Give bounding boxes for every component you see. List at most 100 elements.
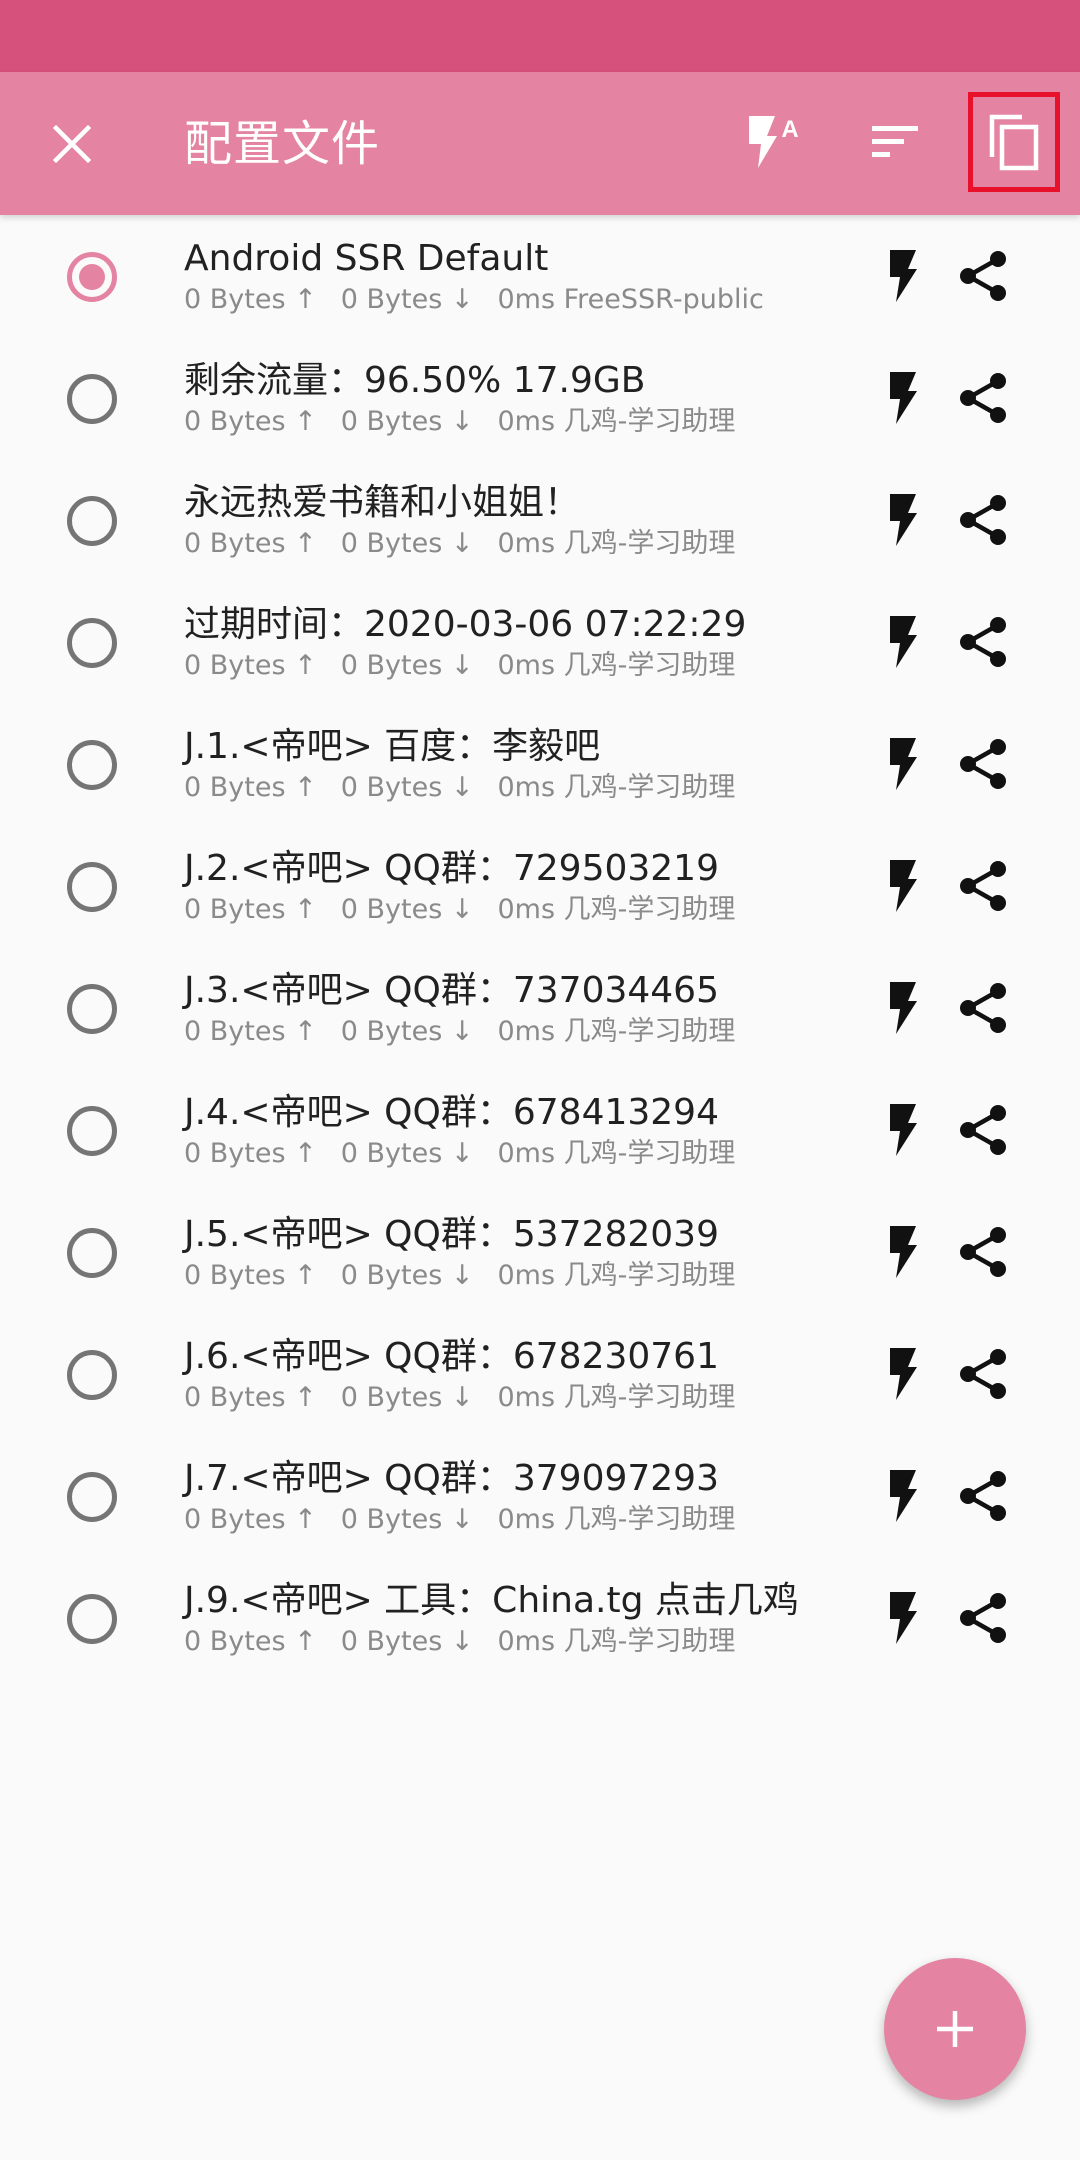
- profile-row[interactable]: J.6.<帝吧> QQ群：678230761 0 Bytes ↑ 0 Bytes ↓…: [0, 1313, 1080, 1435]
- profile-row[interactable]: J.9.<帝吧> 工具：China.tg 点击几鸡 0 Bytes ↑ 0 Byte…: [0, 1557, 1080, 1679]
- profile-title: 过期时间：2020-03-06 07:22:29: [184, 604, 747, 645]
- upload-stat: 0 Bytes ↑: [184, 650, 317, 681]
- download-stat: 0 Bytes ↓: [340, 406, 474, 437]
- radio-unselected[interactable]: [67, 984, 117, 1034]
- share-profile-button[interactable]: [952, 1222, 1014, 1282]
- profile-row[interactable]: J.2.<帝吧> QQ群：729503219 0 Bytes ↑ 0 Bytes ↓…: [0, 825, 1080, 947]
- upload-stat: 0 Bytes ↑: [184, 1382, 317, 1413]
- profile-stats: 0 Bytes ↑ 0 Bytes ↓ 0ms 几鸡-学习助理: [184, 1625, 824, 1659]
- profile-title: J.6.<帝吧> QQ群：678230761: [184, 1336, 719, 1377]
- profile-row[interactable]: 过期时间：2020-03-06 07:22:29 0 Bytes ↑ 0 Bytes…: [0, 581, 1080, 703]
- latency-group: 0ms 几鸡-学习助理: [497, 1016, 736, 1047]
- test-profile-button[interactable]: [873, 1222, 933, 1282]
- profile-row[interactable]: 永远热爱书籍和小姐姐！ 0 Bytes ↑ 0 Bytes ↓ 0ms 几鸡-学习助理: [0, 459, 1080, 581]
- share-icon: [960, 617, 1006, 667]
- flash-icon: [890, 1470, 917, 1522]
- upload-stat: 0 Bytes ↑: [184, 1626, 317, 1657]
- flash-icon: [890, 738, 917, 790]
- download-stat: 0 Bytes ↓: [340, 1626, 474, 1657]
- latency-group: 0ms 几鸡-学习助理: [497, 772, 736, 803]
- profile-row[interactable]: J.7.<帝吧> QQ群：379097293 0 Bytes ↑ 0 Bytes ↓…: [0, 1435, 1080, 1557]
- latency-group: 0ms 几鸡-学习助理: [497, 1504, 736, 1535]
- test-profile-button[interactable]: [873, 1100, 933, 1160]
- share-icon: [960, 1227, 1006, 1277]
- share-profile-button[interactable]: [952, 1344, 1014, 1404]
- profile-stats: 0 Bytes ↑ 0 Bytes ↓ 0ms 几鸡-学习助理: [184, 1259, 824, 1293]
- latency-group: 0ms 几鸡-学习助理: [497, 1382, 736, 1413]
- profile-stats: 0 Bytes ↑ 0 Bytes ↓ 0ms 几鸡-学习助理: [184, 527, 824, 561]
- profile-list: Android SSR Default 0 Bytes ↑ 0 Bytes ↓ 0ms…: [0, 215, 1080, 1679]
- radio-unselected[interactable]: [67, 1228, 117, 1278]
- add-profile-button[interactable]: [884, 1958, 1026, 2100]
- latency-group: 0ms 几鸡-学习助理: [497, 1260, 736, 1291]
- share-icon: [960, 495, 1006, 545]
- test-profile-button[interactable]: [873, 856, 933, 916]
- test-profile-button[interactable]: [873, 490, 933, 550]
- upload-stat: 0 Bytes ↑: [184, 1260, 317, 1291]
- flash-icon: [890, 616, 917, 668]
- add-icon: [937, 2011, 973, 2047]
- radio-unselected[interactable]: [67, 740, 117, 790]
- test-profile-button[interactable]: [873, 734, 933, 794]
- close-icon: [52, 124, 92, 164]
- profile-row[interactable]: J.3.<帝吧> QQ群：737034465 0 Bytes ↑ 0 Bytes ↓…: [0, 947, 1080, 1069]
- share-icon: [960, 1471, 1006, 1521]
- share-profile-button[interactable]: [952, 246, 1014, 306]
- test-profile-button[interactable]: [873, 1344, 933, 1404]
- radio-unselected[interactable]: [67, 374, 117, 424]
- profile-row[interactable]: Android SSR Default 0 Bytes ↑ 0 Bytes ↓ 0ms…: [0, 215, 1080, 337]
- radio-unselected[interactable]: [67, 1350, 117, 1400]
- status-bar: [0, 0, 1080, 72]
- profile-stats: 0 Bytes ↑ 0 Bytes ↓ 0ms 几鸡-学习助理: [184, 649, 824, 683]
- test-all-button[interactable]: A: [725, 92, 825, 192]
- radio-unselected[interactable]: [67, 862, 117, 912]
- test-profile-button[interactable]: [873, 1588, 933, 1648]
- radio-unselected[interactable]: [67, 1472, 117, 1522]
- radio-unselected[interactable]: [67, 618, 117, 668]
- share-profile-button[interactable]: [952, 734, 1014, 794]
- share-profile-button[interactable]: [952, 368, 1014, 428]
- share-icon: [960, 251, 1006, 301]
- test-profile-button[interactable]: [873, 368, 933, 428]
- share-profile-button[interactable]: [952, 612, 1014, 672]
- share-icon: [960, 983, 1006, 1033]
- flash-icon: [890, 494, 917, 546]
- radio-unselected[interactable]: [67, 1106, 117, 1156]
- share-profile-button[interactable]: [952, 856, 1014, 916]
- close-button[interactable]: [28, 100, 116, 188]
- flash-auto-icon: A: [749, 116, 799, 168]
- latency-group: 0ms 几鸡-学习助理: [497, 1626, 736, 1657]
- share-profile-button[interactable]: [952, 978, 1014, 1038]
- radio-unselected[interactable]: [67, 496, 117, 546]
- latency-group: 0ms 几鸡-学习助理: [497, 894, 736, 925]
- share-icon: [960, 1105, 1006, 1155]
- flash-icon: [890, 1226, 917, 1278]
- sort-button[interactable]: [846, 92, 946, 192]
- profile-row[interactable]: 剩余流量：96.50% 17.9GB 0 Bytes ↑ 0 Bytes ↓ 0ms …: [0, 337, 1080, 459]
- share-profile-button[interactable]: [952, 1588, 1014, 1648]
- latency-group: 0ms 几鸡-学习助理: [497, 1138, 736, 1169]
- share-icon: [960, 1349, 1006, 1399]
- test-profile-button[interactable]: [873, 978, 933, 1038]
- test-profile-button[interactable]: [873, 246, 933, 306]
- radio-unselected[interactable]: [67, 1594, 117, 1644]
- profile-stats: 0 Bytes ↑ 0 Bytes ↓ 0ms 几鸡-学习助理: [184, 893, 824, 927]
- profile-stats: 0 Bytes ↑ 0 Bytes ↓ 0ms 几鸡-学习助理: [184, 1137, 824, 1171]
- profile-row[interactable]: J.5.<帝吧> QQ群：537282039 0 Bytes ↑ 0 Bytes ↓…: [0, 1191, 1080, 1313]
- profile-title: J.1.<帝吧> 百度：李毅吧: [184, 726, 601, 767]
- copy-button[interactable]: [968, 92, 1060, 192]
- share-profile-button[interactable]: [952, 1466, 1014, 1526]
- radio-selected[interactable]: [67, 252, 117, 302]
- share-icon: [960, 861, 1006, 911]
- share-profile-button[interactable]: [952, 490, 1014, 550]
- svg-text:A: A: [781, 116, 798, 143]
- profile-row[interactable]: J.1.<帝吧> 百度：李毅吧 0 Bytes ↑ 0 Bytes ↓ 0ms 几鸡-…: [0, 703, 1080, 825]
- flash-icon: [890, 372, 917, 424]
- share-profile-button[interactable]: [952, 1100, 1014, 1160]
- upload-stat: 0 Bytes ↑: [184, 1138, 317, 1169]
- test-profile-button[interactable]: [873, 1466, 933, 1526]
- latency-group: 0ms FreeSSR-public: [497, 284, 764, 315]
- profile-title: 剩余流量：96.50% 17.9GB: [184, 360, 646, 401]
- profile-row[interactable]: J.4.<帝吧> QQ群：678413294 0 Bytes ↑ 0 Bytes ↓…: [0, 1069, 1080, 1191]
- test-profile-button[interactable]: [873, 612, 933, 672]
